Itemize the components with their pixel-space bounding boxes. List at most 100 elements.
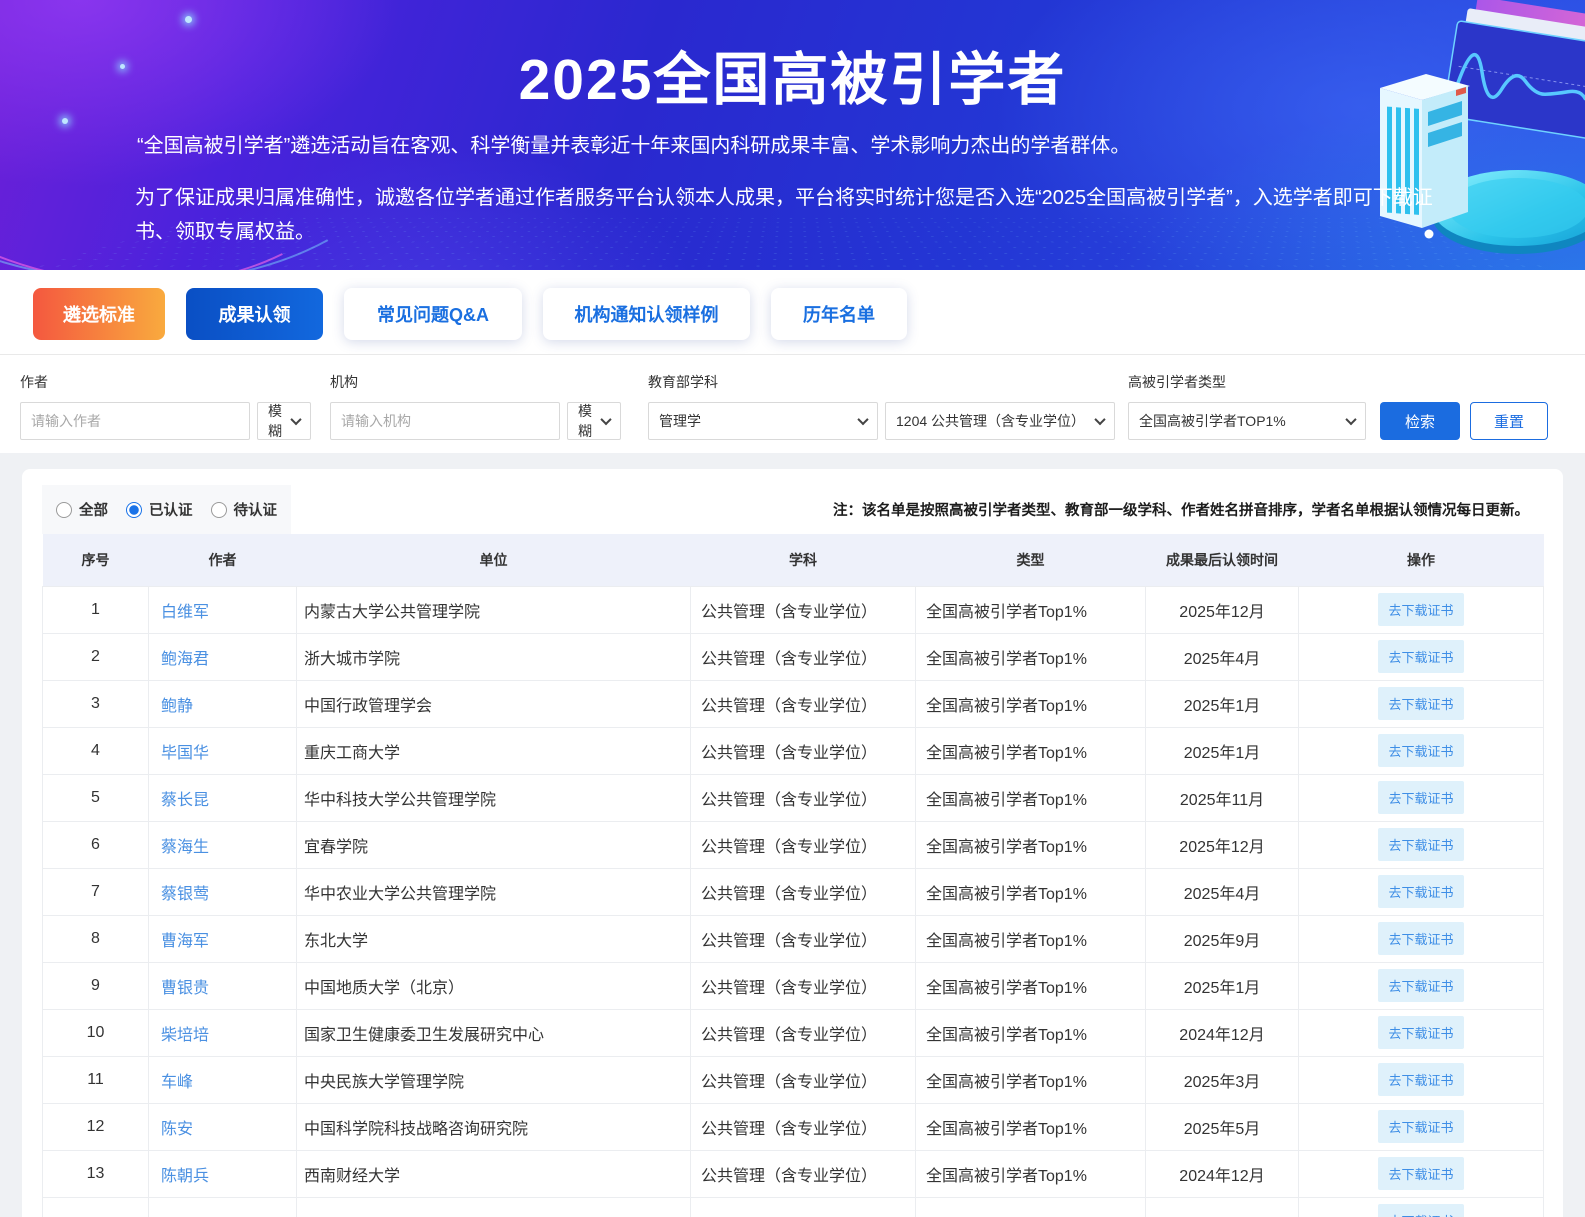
author-link[interactable]: 蔡银莺 <box>161 886 209 903</box>
table-row: 2鲍海君浙大城市学院公共管理（含专业学位）全国高被引学者Top1%2025年4月… <box>43 633 1544 680</box>
author-link[interactable]: 曹海军 <box>161 933 209 950</box>
type-cell: 全国高被引学者Top1% <box>916 821 1146 868</box>
download-certificate-button[interactable]: 去下载证书 <box>1378 922 1463 955</box>
subject-cell: 公共管理（含专业学位） <box>691 1103 916 1150</box>
claim-date-cell: 2025年12月 <box>1146 821 1299 868</box>
discipline-level1-select[interactable]: 管理学 <box>648 402 878 440</box>
author-link[interactable]: 毕国华 <box>161 745 209 762</box>
table-row: 6蔡海生宜春学院公共管理（含专业学位）全国高被引学者Top1%2025年12月去… <box>43 821 1544 868</box>
claim-date-cell: 2025年3月 <box>1146 1056 1299 1103</box>
institution-input[interactable] <box>330 402 560 440</box>
row-index-cell: 4 <box>43 727 149 774</box>
row-index-cell: 6 <box>43 821 149 868</box>
action-cell: 去下载证书 <box>1299 1056 1544 1103</box>
author-link[interactable]: 车峰 <box>161 1074 193 1091</box>
download-certificate-button[interactable]: 去下载证书 <box>1378 734 1463 767</box>
institution-filter-label: 机构 <box>330 372 621 392</box>
type-cell: 全国高被引学者Top1% <box>916 868 1146 915</box>
search-button[interactable]: 检索 <box>1380 402 1460 440</box>
download-certificate-button[interactable]: 去下载证书 <box>1378 640 1463 673</box>
author-filter-label: 作者 <box>20 372 311 392</box>
download-certificate-button[interactable]: 去下载证书 <box>1378 781 1463 814</box>
reset-button[interactable]: 重置 <box>1470 402 1548 440</box>
type-cell: 全国高被引学者Top1% <box>916 915 1146 962</box>
author-link[interactable]: 柴培培 <box>161 1027 209 1044</box>
action-cell: 去下载证书 <box>1299 868 1544 915</box>
radio-option-certified[interactable]: 已认证 <box>126 499 193 520</box>
download-certificate-button[interactable]: 去下载证书 <box>1378 1204 1463 1217</box>
download-certificate-button[interactable]: 去下载证书 <box>1378 593 1463 626</box>
author-cell: 陈安 <box>149 1103 297 1150</box>
chevron-down-icon <box>1094 414 1105 425</box>
author-link[interactable]: 白维军 <box>161 604 209 621</box>
type-cell: 全国高被引学者Top1% <box>916 1009 1146 1056</box>
download-certificate-button[interactable]: 去下载证书 <box>1378 1016 1463 1049</box>
org-cell: 中国科学院科技战略咨询研究院 <box>297 1103 691 1150</box>
radio-option-all[interactable]: 全部 <box>56 499 108 520</box>
type-cell: 全国高被引学者Top1% <box>916 680 1146 727</box>
author-match-mode-select[interactable]: 模糊 <box>257 402 311 440</box>
discipline-level2-select[interactable]: 1204 公共管理（含专业学位） <box>885 402 1115 440</box>
subject-cell: 公共管理（含专业学位） <box>691 1009 916 1056</box>
scholar-type-select[interactable]: 全国高被引学者TOP1% <box>1128 402 1366 440</box>
table-row: 1白维军内蒙古大学公共管理学院公共管理（含专业学位）全国高被引学者Top1%20… <box>43 586 1544 633</box>
author-link[interactable]: 蔡海生 <box>161 839 209 856</box>
download-certificate-button[interactable]: 去下载证书 <box>1378 828 1463 861</box>
hero-banner: 2025全国高被引学者 “全国高被引学者”遴选活动旨在客观、科学衡量并表彰近十年… <box>0 0 1585 270</box>
chevron-down-icon <box>1345 414 1356 425</box>
org-cell: 华中科技大学公共管理学院 <box>297 774 691 821</box>
table-row: 12陈安中国科学院科技战略咨询研究院公共管理（含专业学位）全国高被引学者Top1… <box>43 1103 1544 1150</box>
author-link[interactable]: 蔡长昆 <box>161 792 209 809</box>
action-cell: 去下载证书 <box>1299 821 1544 868</box>
type-cell: 全国高被引学者Top1% <box>916 1103 1146 1150</box>
download-certificate-button[interactable]: 去下载证书 <box>1378 875 1463 908</box>
subject-cell: 公共管理（含专业学位） <box>691 680 916 727</box>
type-cell: 全国高被引学者Top1% <box>916 586 1146 633</box>
action-cell: 去下载证书 <box>1299 680 1544 727</box>
author-input[interactable] <box>20 402 250 440</box>
chevron-down-icon <box>600 414 611 425</box>
table-row: 4毕国华重庆工商大学公共管理（含专业学位）全国高被引学者Top1%2025年1月… <box>43 727 1544 774</box>
author-cell: 车峰 <box>149 1056 297 1103</box>
scholar-type-value: 全国高被引学者TOP1% <box>1139 411 1286 431</box>
subject-cell: 公共管理（含专业学位） <box>691 586 916 633</box>
nav-button-selection-criteria[interactable]: 遴选标准 <box>33 288 165 340</box>
radio-option-label: 已认证 <box>149 499 193 520</box>
download-certificate-button[interactable]: 去下载证书 <box>1378 687 1463 720</box>
subject-cell: 公共管理（含专业学位） <box>691 774 916 821</box>
action-cell: 去下载证书 <box>1299 962 1544 1009</box>
content-area: 全部 已认证 待认证 注：该名单是按照高被引学者类型、教育部一级学科、作者姓名拼… <box>0 453 1585 1217</box>
download-certificate-button[interactable]: 去下载证书 <box>1378 1157 1463 1190</box>
author-link[interactable]: 陈朝兵 <box>161 1168 209 1185</box>
author-link[interactable]: 陈安 <box>161 1121 193 1138</box>
subject-cell: 公共管理（含专业学位） <box>691 1056 916 1103</box>
download-certificate-button[interactable]: 去下载证书 <box>1378 1063 1463 1096</box>
table-row: 8曹海军东北大学公共管理（含专业学位）全国高被引学者Top1%2025年9月去下… <box>43 915 1544 962</box>
chevron-down-icon <box>857 414 868 425</box>
claim-date-cell: 2025年4月 <box>1146 633 1299 680</box>
org-cell: 中央民族大学管理学院 <box>297 1056 691 1103</box>
type-cell <box>916 1197 1146 1217</box>
author-link[interactable]: 鲍静 <box>161 698 193 715</box>
table-row: 11车峰中央民族大学管理学院公共管理（含专业学位）全国高被引学者Top1%202… <box>43 1056 1544 1103</box>
sorting-note: 注：该名单是按照高被引学者类型、教育部一级学科、作者姓名拼音排序，学者名单根据认… <box>833 499 1543 520</box>
nav-button-notice-sample[interactable]: 机构通知认领样例 <box>543 288 750 340</box>
author-link[interactable]: 鲍海君 <box>161 651 209 668</box>
download-certificate-button[interactable]: 去下载证书 <box>1378 1110 1463 1143</box>
nav-button-past-lists[interactable]: 历年名单 <box>771 288 907 340</box>
action-cell: 去下载证书 <box>1299 727 1544 774</box>
author-link[interactable]: 曹银贵 <box>161 980 209 997</box>
row-index-cell: 11 <box>43 1056 149 1103</box>
row-index-cell: 3 <box>43 680 149 727</box>
table-body: 1白维军内蒙古大学公共管理学院公共管理（含专业学位）全国高被引学者Top1%20… <box>43 586 1544 1217</box>
table-row: 5蔡长昆华中科技大学公共管理学院公共管理（含专业学位）全国高被引学者Top1%2… <box>43 774 1544 821</box>
action-cell: 去下载证书 <box>1299 586 1544 633</box>
chevron-down-icon <box>290 414 301 425</box>
claim-date-cell: 2025年11月 <box>1146 774 1299 821</box>
download-certificate-button[interactable]: 去下载证书 <box>1378 969 1463 1002</box>
nav-button-faq[interactable]: 常见问题Q&A <box>344 288 522 340</box>
institution-match-mode-select[interactable]: 模糊 <box>567 402 621 440</box>
nav-button-claim-results[interactable]: 成果认领 <box>186 288 323 340</box>
type-cell: 全国高被引学者Top1% <box>916 727 1146 774</box>
radio-option-pending[interactable]: 待认证 <box>211 499 278 520</box>
